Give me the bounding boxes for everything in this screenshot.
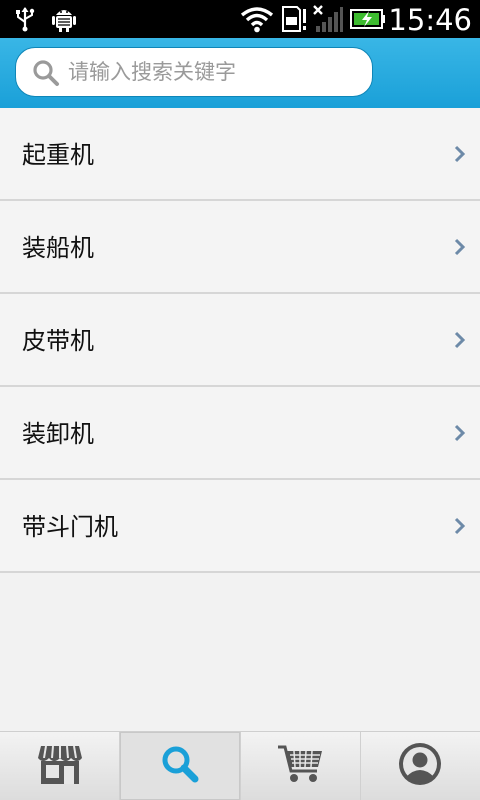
list-item-label: 装卸机 (22, 420, 94, 448)
list-item[interactable]: 装船机 (0, 201, 480, 294)
list-item-label: 带斗门机 (22, 513, 118, 541)
signal-icon (312, 0, 344, 38)
usb-icon (14, 0, 36, 38)
bottom-tab-bar (0, 731, 480, 800)
search-icon (32, 59, 60, 91)
android-debug-icon (50, 0, 78, 38)
list-item[interactable]: 装卸机 (0, 387, 480, 480)
wifi-icon (240, 0, 274, 38)
status-bar: 15:46 (0, 0, 480, 38)
app-screen: 15:46 起重机 装船机 皮带机 (0, 0, 480, 800)
list-item-label: 起重机 (22, 141, 94, 169)
sd-card-icon (280, 0, 308, 38)
list-item-label: 皮带机 (22, 327, 94, 355)
search-box[interactable] (15, 47, 373, 97)
chevron-right-icon (454, 424, 466, 446)
tab-store[interactable] (0, 732, 121, 800)
search-icon (160, 744, 200, 788)
tab-profile[interactable] (361, 732, 480, 800)
chevron-right-icon (454, 331, 466, 353)
list-item[interactable]: 起重机 (0, 108, 480, 201)
list-item-label: 装船机 (22, 234, 94, 262)
user-profile-icon (397, 741, 443, 791)
chevron-right-icon (454, 517, 466, 539)
chevron-right-icon (454, 238, 466, 260)
category-list: 起重机 装船机 皮带机 装卸机 带斗门机 (0, 108, 480, 573)
battery-charging-icon (350, 0, 386, 38)
tab-search[interactable] (120, 732, 241, 800)
status-time: 15:46 (388, 3, 472, 37)
list-item[interactable]: 皮带机 (0, 294, 480, 387)
cart-icon (276, 743, 324, 789)
list-item[interactable]: 带斗门机 (0, 480, 480, 573)
search-header (0, 38, 480, 108)
tab-cart[interactable] (241, 732, 361, 800)
search-input[interactable] (68, 48, 358, 96)
chevron-right-icon (454, 145, 466, 167)
store-icon (37, 742, 83, 790)
